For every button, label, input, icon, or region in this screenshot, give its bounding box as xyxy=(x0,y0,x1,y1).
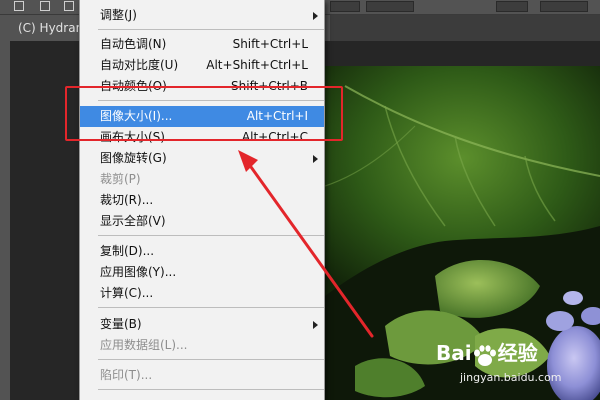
annotation-arrow-icon xyxy=(238,150,374,338)
baidu-paw-icon xyxy=(473,344,496,366)
watermark-url: jingyan.baidu.com xyxy=(460,371,562,384)
baidu-watermark: Bai 经验 jingyan.baidu.com xyxy=(436,341,562,384)
watermark-brand-left: Bai xyxy=(436,341,472,365)
watermark-brand-right: 经验 xyxy=(497,341,538,365)
